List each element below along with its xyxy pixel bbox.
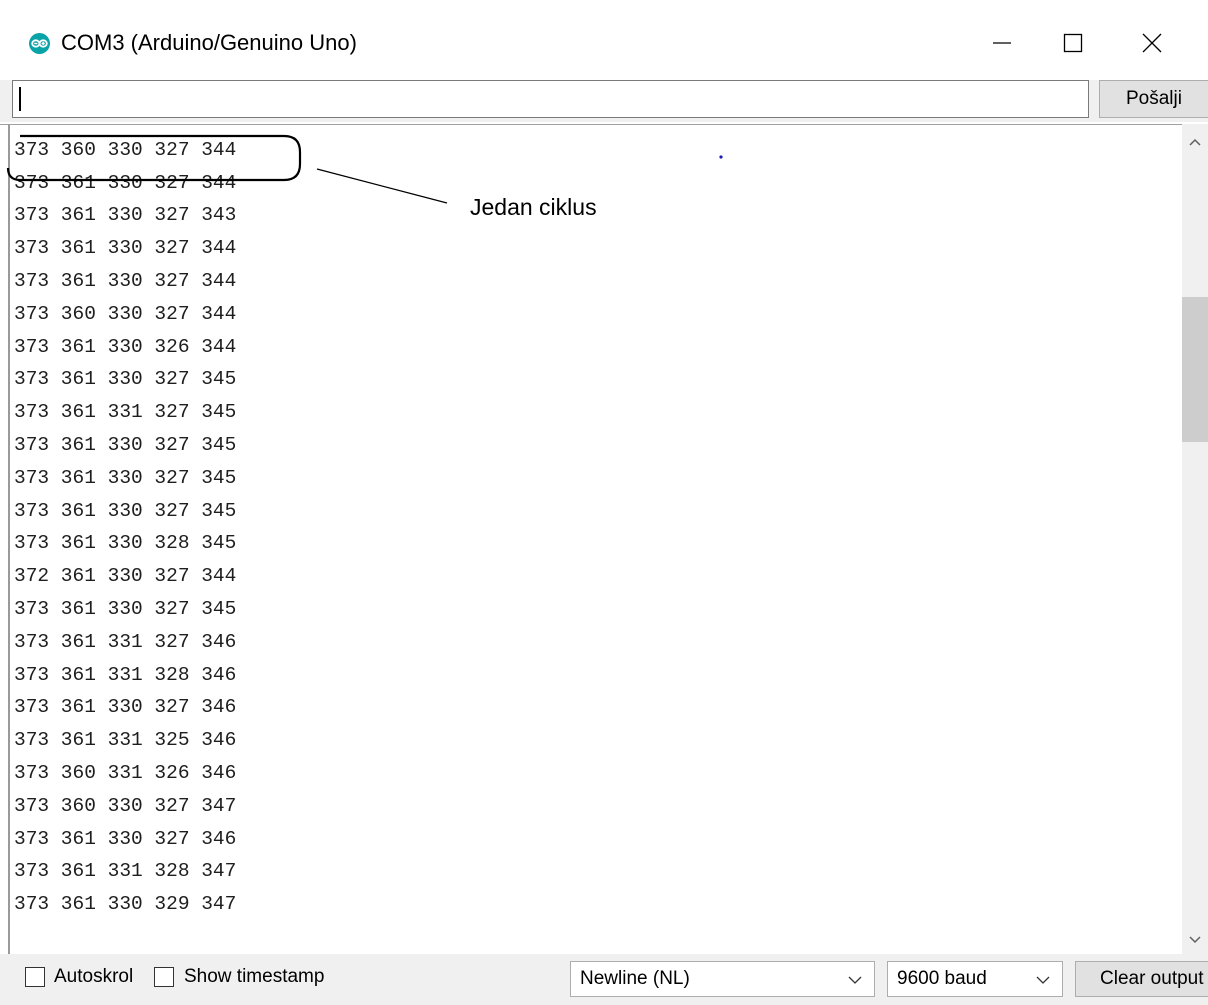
autoscroll-checkbox[interactable]: [25, 967, 45, 987]
output-line: 373 361 330 327 343: [14, 204, 237, 227]
minimize-button[interactable]: [978, 22, 1026, 64]
output-line: 373 361 330 327 346: [14, 696, 237, 719]
scrollbar-thumb[interactable]: [1182, 297, 1208, 442]
output-line: 373 360 331 326 346: [14, 761, 237, 784]
output-line: 373 361 330 327 346: [14, 827, 237, 850]
output-line: 373 361 330 327 344: [14, 171, 237, 194]
vertical-scrollbar[interactable]: [1182, 124, 1208, 954]
line-ending-select[interactable]: Newline (NL): [570, 961, 875, 997]
output-line: 373 361 331 325 346: [14, 729, 237, 752]
output-line: 373 361 330 327 344: [14, 237, 237, 260]
close-icon: [1142, 33, 1162, 53]
baud-rate-value: 9600 baud: [897, 968, 987, 989]
output-line: 373 361 331 327 345: [14, 401, 237, 424]
maximize-icon: [1063, 33, 1083, 53]
output-line: 373 361 330 326 344: [14, 335, 237, 358]
output-line: 373 361 331 328 347: [14, 860, 237, 883]
output-line: 373 360 330 327 347: [14, 794, 237, 817]
scroll-down-button[interactable]: [1182, 926, 1208, 952]
close-button[interactable]: [1128, 22, 1176, 64]
output-line: 373 361 330 327 345: [14, 466, 237, 489]
output-line: 373 361 330 327 345: [14, 368, 237, 391]
output-line: 373 361 330 328 345: [14, 532, 237, 555]
bottom-toolbar: Autoskrol Show timestamp Newline (NL) 96…: [0, 954, 1208, 1005]
text-caret: [19, 87, 21, 111]
window-title: COM3 (Arduino/Genuino Uno): [61, 30, 357, 55]
output-line: 373 361 330 327 344: [14, 269, 237, 292]
output-line: 373 360 330 327 344: [14, 125, 236, 134]
chevron-down-icon: [1036, 976, 1050, 984]
chevron-down-icon: [848, 976, 862, 984]
output-line: 373 361 330 327 345: [14, 433, 237, 456]
clear-output-button[interactable]: Clear output: [1075, 961, 1208, 997]
line-ending-value: Newline (NL): [580, 968, 690, 989]
output-line: 372 361 330 327 344: [14, 565, 237, 588]
serial-send-input[interactable]: [12, 80, 1089, 118]
send-button[interactable]: Pošalji: [1099, 80, 1208, 118]
output-line: 373 360 330 327 344: [14, 302, 237, 325]
baud-rate-select[interactable]: 9600 baud: [887, 961, 1063, 997]
show-timestamp-label: Show timestamp: [184, 966, 325, 987]
title-bar: COM3 (Arduino/Genuino Uno): [0, 0, 1208, 80]
maximize-button[interactable]: [1049, 22, 1097, 64]
output-line: 373 361 330 329 347: [14, 893, 237, 916]
output-border: [8, 124, 10, 954]
output-line: 373 361 331 327 346: [14, 630, 237, 653]
output-line: 373 361 330 327 345: [14, 597, 237, 620]
output-line: 373 361 331 328 346: [14, 663, 237, 686]
minimize-icon: [993, 42, 1011, 44]
output-lines: 373 360 330 327 344 373 360 330 327 344 37…: [14, 125, 237, 921]
arduino-logo-icon: [29, 33, 50, 54]
scroll-up-button[interactable]: [1182, 130, 1208, 156]
chevron-up-icon: [1189, 138, 1201, 146]
show-timestamp-checkbox[interactable]: [154, 967, 174, 987]
chevron-down-icon: [1189, 936, 1201, 944]
serial-output[interactable]: 373 360 330 327 344 373 360 330 327 344 37…: [0, 124, 1208, 954]
output-line: 373 360 330 327 344: [14, 138, 237, 161]
autoscroll-label: Autoskrol: [54, 966, 134, 987]
send-row: Pošalji: [0, 80, 1208, 122]
output-line: 373 361 330 327 345: [14, 499, 237, 522]
